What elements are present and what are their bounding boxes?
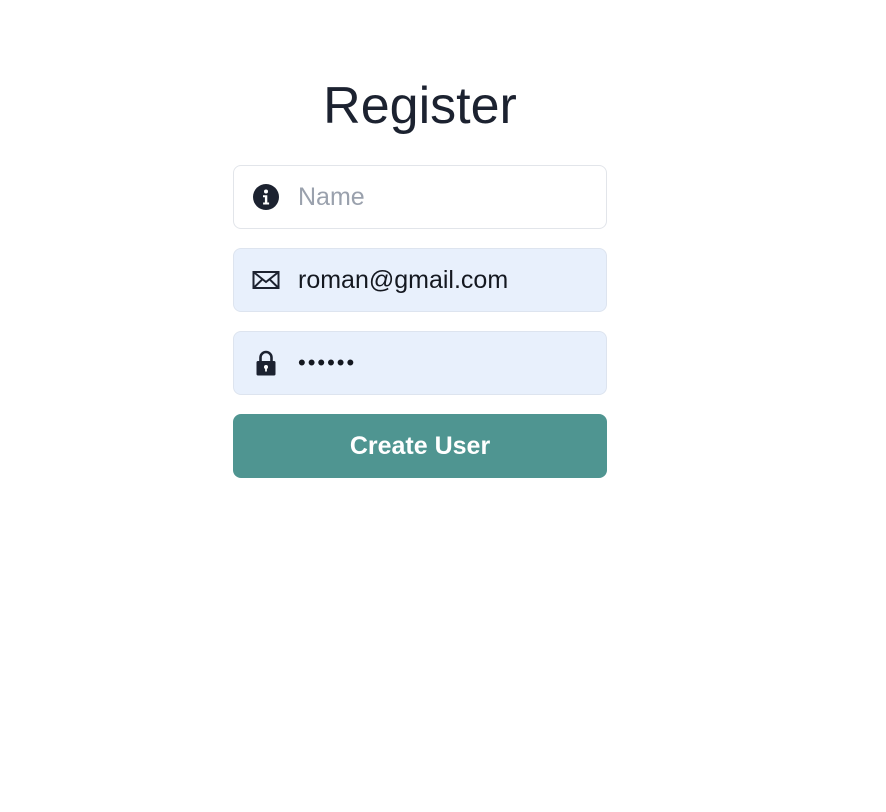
- password-field[interactable]: [233, 331, 607, 395]
- email-input[interactable]: [298, 260, 588, 300]
- envelope-icon: [252, 266, 280, 294]
- lock-icon: [252, 349, 280, 377]
- create-user-button[interactable]: Create User: [233, 414, 607, 478]
- name-field[interactable]: [233, 165, 607, 229]
- email-field[interactable]: [233, 248, 607, 312]
- name-input[interactable]: [298, 177, 588, 217]
- register-page: Register Name roman@gmail.com •••••• Cre…: [0, 0, 886, 812]
- info-icon: [252, 183, 280, 211]
- password-input[interactable]: [298, 343, 588, 383]
- page-title: Register: [323, 77, 517, 135]
